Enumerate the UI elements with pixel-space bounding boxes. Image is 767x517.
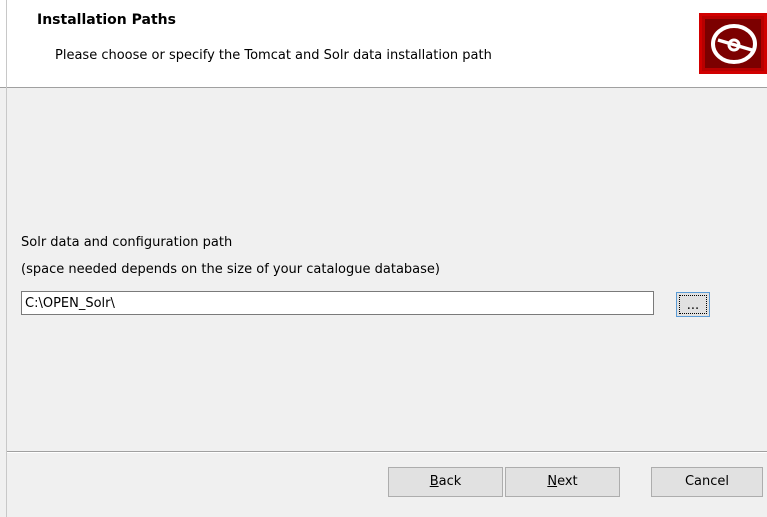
installer-window: Installation Paths Please choose or spec… — [0, 0, 767, 517]
next-button[interactable]: Next — [505, 467, 620, 497]
disc-icon — [711, 24, 757, 64]
page-subtitle: Please choose or specify the Tomcat and … — [55, 48, 492, 63]
back-button[interactable]: Back — [388, 467, 503, 497]
header-left-border — [6, 0, 7, 88]
page-title: Installation Paths — [37, 12, 176, 28]
solr-path-input[interactable] — [21, 291, 654, 315]
footer-separator-highlight — [7, 452, 767, 453]
back-button-label: ack — [438, 474, 462, 489]
space-note-label: (space needed depends on the size of you… — [21, 262, 440, 277]
next-button-label: ext — [557, 474, 578, 489]
header-banner: Installation Paths Please choose or spec… — [0, 0, 767, 88]
installer-logo — [699, 13, 767, 74]
back-button-accelerator: B — [429, 474, 439, 489]
cancel-button[interactable]: Cancel — [651, 467, 763, 497]
solr-path-label: Solr data and configuration path — [21, 235, 233, 250]
browse-button-label: ... — [679, 295, 707, 314]
browse-button[interactable]: ... — [676, 292, 710, 317]
next-button-accelerator: N — [547, 474, 558, 489]
